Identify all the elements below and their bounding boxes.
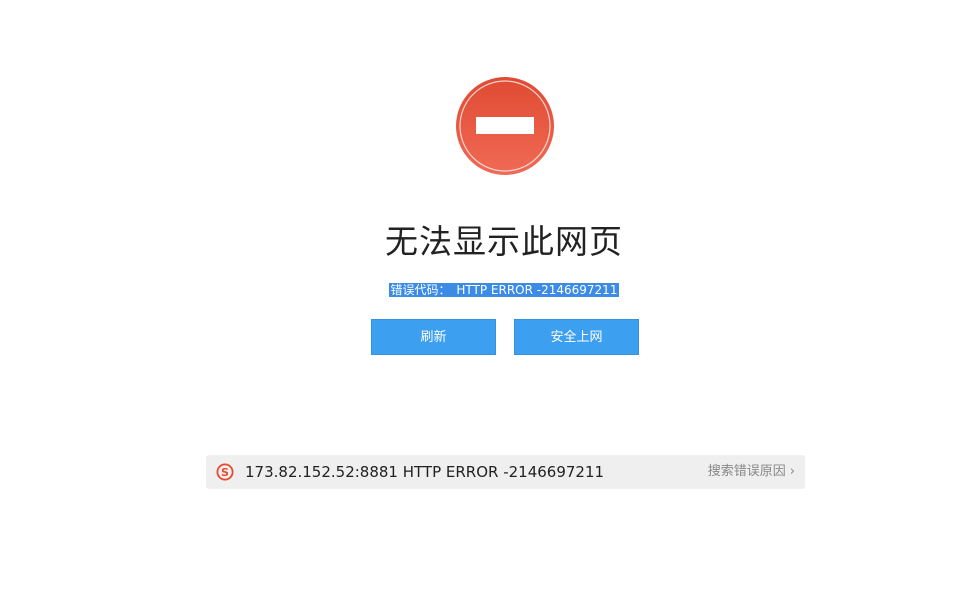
error-code-line: 错误代码： HTTP ERROR -2146697211 bbox=[0, 282, 963, 298]
safe-browse-button[interactable]: 安全上网 bbox=[514, 319, 639, 355]
search-query-text: 173.82.152.52:8881 HTTP ERROR -214669721… bbox=[245, 463, 605, 481]
svg-text:S: S bbox=[221, 466, 229, 479]
no-entry-icon bbox=[455, 76, 555, 176]
error-page: 无法显示此网页 错误代码： HTTP ERROR -2146697211 刷新 … bbox=[0, 0, 963, 589]
chevron-right-icon: › bbox=[789, 464, 795, 479]
refresh-button[interactable]: 刷新 bbox=[371, 319, 496, 355]
error-code-value: HTTP ERROR -2146697211 bbox=[455, 283, 619, 297]
error-search-bar[interactable]: S 173.82.152.52:8881 HTTP ERROR -2146697… bbox=[206, 455, 805, 489]
sogou-logo-icon: S bbox=[216, 463, 234, 481]
search-error-reason-link[interactable]: 搜索错误原因 › bbox=[708, 455, 795, 489]
search-link-label: 搜索错误原因 bbox=[707, 464, 786, 479]
page-title: 无法显示此网页 bbox=[385, 222, 623, 261]
error-code-label: 错误代码： bbox=[389, 283, 452, 297]
error-code-text: 错误代码： HTTP ERROR -2146697211 bbox=[388, 283, 620, 297]
